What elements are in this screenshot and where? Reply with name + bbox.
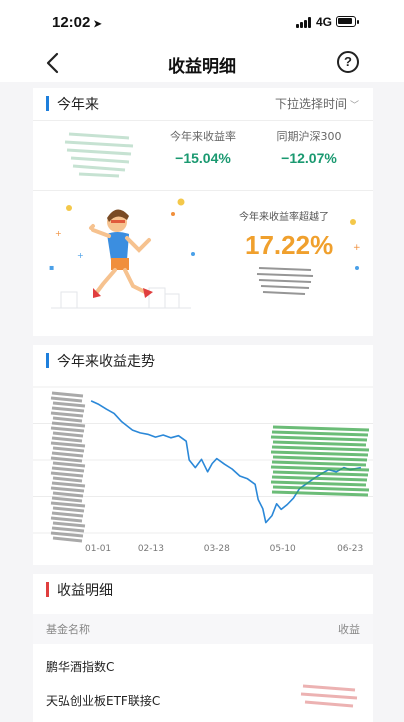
status-bar: 12:02 ➤ 4G [0, 0, 404, 44]
trend-section-title: 今年来收益走势 [57, 354, 155, 370]
svg-text:▪: ▪ [49, 263, 54, 272]
beat-banner: + + ▪ 今年来收益率超越了 17.22% + [33, 196, 373, 324]
series-line [90, 400, 362, 524]
network-type: 4G [316, 15, 333, 29]
metric-ytd-return: 今年来收益率 −15.04% [163, 128, 243, 166]
detail-section-header: 收益明细 [33, 574, 373, 606]
chevron-down-icon: ﹀ [349, 101, 359, 111]
metric-hs300: 同期沪深300 −12.07% [269, 128, 349, 166]
beat-label: 今年来收益率超越了 [239, 212, 329, 223]
detail-card: 收益明细 基金名称 收益 鹏华酒指数C 天弘创业板ETF联接C [33, 574, 373, 722]
masked-overlay-scribble [270, 425, 370, 497]
beat-value: 17.22% [245, 230, 334, 260]
masked-metric-scribble [64, 132, 134, 178]
metric-label: 今年来收益率 [170, 130, 236, 143]
ytd-section-title: 今年来 [57, 97, 99, 113]
time-range-select[interactable]: 下拉选择时间 ﹀ [275, 95, 359, 112]
svg-text:+: + [353, 243, 361, 253]
location-arrow-icon: ➤ [93, 19, 102, 30]
ytd-section-header: 今年来 下拉选择时间 ﹀ [33, 88, 373, 120]
masked-value-scribble [300, 684, 358, 708]
sparkle-icon [66, 205, 72, 211]
trend-chart: 01-01 02-13 03-28 05-10 06-23 [33, 386, 373, 554]
section-accent-bar [46, 353, 49, 368]
status-time-text: 12:02 [52, 14, 91, 31]
status-time: 12:02 ➤ [52, 14, 102, 31]
help-button[interactable]: ? [337, 51, 359, 73]
trend-section-header: 今年来收益走势 [33, 345, 373, 377]
x-tick-label: 01-01 [85, 544, 111, 554]
time-range-label: 下拉选择时间 [274, 97, 347, 111]
x-tick-label: 05-10 [270, 544, 296, 554]
divider [33, 120, 373, 121]
battery-icon [336, 16, 359, 27]
masked-text-scribble [256, 267, 314, 295]
x-tick-label: 06-23 [337, 544, 363, 554]
metric-value: −15.04% [175, 150, 231, 166]
ytd-card: 今年来 下拉选择时间 ﹀ 今年来收益率 −15.04% 同期沪深300 −12.0… [33, 88, 373, 336]
divider [33, 190, 373, 191]
fund-name: 天弘创业板ETF联接C [46, 694, 161, 708]
section-accent-bar [46, 582, 49, 597]
signal-icon [296, 17, 312, 28]
metrics-row: 今年来收益率 −15.04% 同期沪深300 −12.07% [33, 124, 373, 178]
svg-text:+: + [77, 251, 84, 260]
table-header: 基金名称 收益 [33, 614, 373, 644]
detail-section-title: 收益明细 [57, 583, 113, 599]
section-accent-bar [46, 96, 49, 111]
sparkle-icon [177, 198, 185, 206]
metric-label: 同期沪深300 [276, 130, 342, 143]
column-header-profit: 收益 [338, 623, 360, 636]
nav-bar: 收益明细 ? [0, 44, 404, 82]
table-row[interactable]: 天弘创业板ETF联接C [33, 678, 373, 722]
masked-axis-scribble [50, 391, 86, 543]
x-tick-label: 02-13 [138, 544, 164, 554]
fund-name: 鹏华酒指数C [46, 660, 115, 674]
trend-card: 今年来收益走势 01-01 02-13 03-28 05-10 06-23 [33, 345, 373, 565]
column-header-name: 基金名称 [46, 623, 90, 636]
x-tick-label: 03-28 [204, 544, 230, 554]
svg-text:+: + [55, 229, 62, 238]
sparkle-icon: + [350, 219, 361, 270]
runner-illustration: + + ▪ [49, 198, 195, 309]
metric-value: −12.07% [281, 150, 337, 166]
